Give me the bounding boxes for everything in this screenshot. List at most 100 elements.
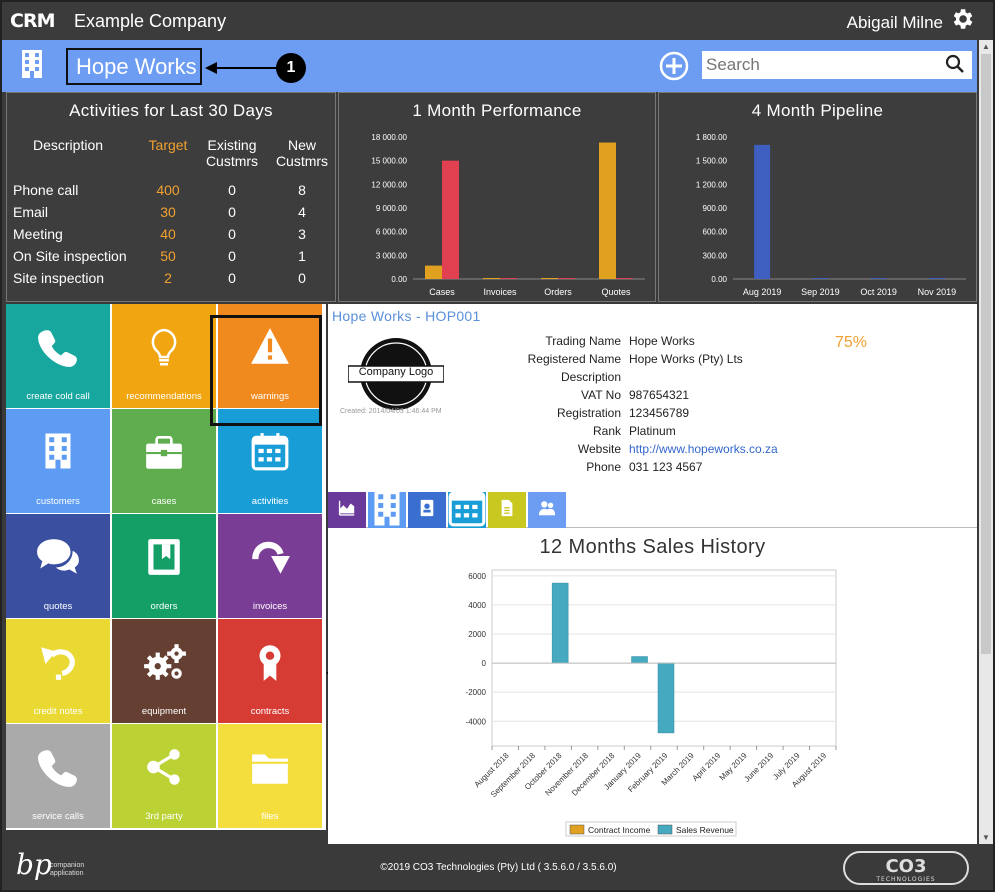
y-tick-label: 300.00 [703,251,728,260]
y-tick-label: 18 000.00 [371,133,407,142]
scroll-thumb[interactable] [981,54,991,654]
tile-invoices[interactable]: invoices [218,514,322,618]
activities-title: Activities for Last 30 Days [69,101,273,120]
tile-equipment[interactable]: equipment [112,619,216,723]
col-target: Target [148,137,188,153]
tile-cases[interactable]: cases [112,409,216,513]
detail-label: Description [560,370,621,384]
tile-contracts[interactable]: contracts [218,619,322,723]
tile-3rd-party[interactable]: 3rd party [112,724,216,828]
tab-area-chart[interactable] [328,492,366,528]
x-tick-label: Cases [429,287,455,297]
bar [425,265,442,279]
tile-label: equipment [141,706,187,717]
bar [541,278,558,279]
y-tick-label: 12 000.00 [371,180,407,189]
account-title[interactable]: Hope Works - HOP001 [332,308,481,324]
tile-label: orders [150,601,178,612]
search-input[interactable] [702,51,972,79]
user-name[interactable]: Abigail Milne [847,13,943,33]
bar [500,278,517,279]
y-tick-label: 900.00 [703,204,728,213]
tile-label: recommendations [126,391,202,402]
detail-label: Rank [592,424,621,438]
detail-label: Phone [586,460,621,474]
detail-row: Registration 123456789 [498,404,782,422]
tile-label: contracts [250,706,290,717]
activity-new: 4 [298,204,306,220]
calendar-icon [446,487,488,534]
activity-target: 400 [156,182,180,198]
x-tick-label: Quotes [601,287,631,297]
y-tick-label: -4000 [466,717,487,726]
detail-value: 031 123 4567 [629,460,703,474]
tab-document[interactable] [488,492,526,528]
detail-label: Registered Name [527,352,621,366]
tile-label: activities [251,496,289,507]
activity-description: Phone call [13,182,79,198]
table-row: Site inspection 2 0 0 [13,267,333,289]
company-logo [348,338,444,410]
detail-value: 123456789 [629,406,690,420]
detail-value: Platinum [629,424,676,438]
crm-logo[interactable]: CRM [10,10,55,32]
scroll-up-icon[interactable]: ▲ [982,42,990,51]
phone-icon [6,326,110,374]
tile-files[interactable]: files [218,724,322,828]
bar [616,278,633,279]
ribbon-icon [218,641,322,689]
gear-icon[interactable] [949,6,975,32]
tile-create-cold-call[interactable]: create cold call [6,304,110,408]
gears-icon [112,641,216,689]
contact-card-icon [418,499,436,522]
account-content: Hope Works - HOP001 Company Logo Created… [328,304,977,844]
tile-service-calls[interactable]: service calls [6,724,110,828]
y-tick-label: 15 000.00 [371,157,407,166]
legend-swatch [569,824,585,835]
bar [599,142,616,279]
tile-label: quotes [43,601,73,612]
activity-new: 3 [298,226,306,242]
activity-existing: 0 [228,248,236,264]
briefcase-icon [112,431,216,479]
y-tick-label: 1 200.00 [696,180,728,189]
detail-row: Phone 031 123 4567 [498,458,782,476]
detail-label: Trading Name [545,334,621,348]
y-tick-label: 2000 [468,630,486,639]
detail-value: Hope Works [629,334,695,348]
activity-new: 0 [298,270,306,286]
table-row: On Site inspection 50 0 1 [13,245,333,267]
pipeline-title: 4 Month Pipeline [751,101,884,120]
y-tick-label: 4000 [468,601,486,610]
activity-target: 2 [164,270,172,286]
scrollbar[interactable]: ▲ ▼ [979,40,993,844]
account-details: Trading Name Hope Works Registered Name Ho… [498,332,782,476]
tab-calendar[interactable] [448,488,486,528]
redo-arrow-icon [218,536,322,584]
tab-building[interactable] [368,490,406,528]
tile-orders[interactable]: orders [112,514,216,618]
col-description: Description [33,137,104,153]
tile-quotes[interactable]: quotes [6,514,110,618]
lightbulb-icon [112,326,216,374]
y-tick-label: 3 000.00 [376,251,408,260]
x-tick-label: Nov 2019 [918,287,957,297]
tab-contact-card[interactable] [408,492,446,528]
add-icon[interactable] [659,51,689,81]
detail-value: 987654321 [629,388,690,402]
website-link[interactable]: http://www.hopeworks.co.za [629,442,778,456]
sales-history-chart: 6000400020000-2000-4000August 2018Septem… [466,569,837,837]
chat-bubbles-icon [6,536,110,584]
search-icon[interactable] [945,54,965,74]
detail-value [625,368,782,386]
tab-people[interactable] [528,492,566,528]
activity-new: 1 [298,248,306,264]
pipeline-panel: 4 Month Pipeline 1 800.00 1 500.00 1 200.0… [658,92,977,302]
tile-customers[interactable]: customers [6,409,110,513]
tile-recommendations[interactable]: recommendations [112,304,216,408]
tile-credit-notes[interactable]: credit notes [6,619,110,723]
scroll-down-icon[interactable]: ▼ [982,833,990,842]
detail-row: Registered Name Hope Works (Pty) Lts [498,350,782,368]
y-tick-label: 0 [482,659,487,668]
table-row: Phone call 400 0 8 [13,179,333,201]
